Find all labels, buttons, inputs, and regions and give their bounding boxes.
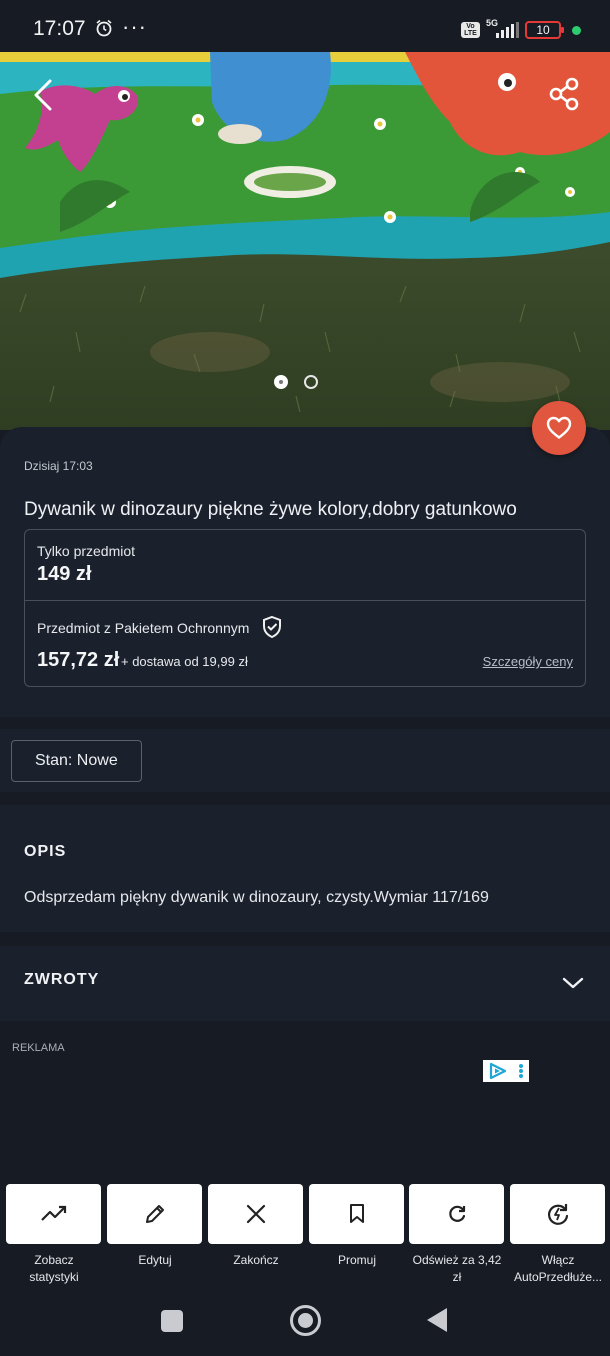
home-button[interactable] [290,1305,321,1336]
returns-heading: ZWROTY [24,971,100,988]
auto-renew-label-1: Włącz [541,1253,575,1267]
volte-icon: Vo LTE [461,22,480,38]
action-end[interactable]: Zakończ [208,1184,304,1269]
price-box: Tylko przedmiot 149 zł Przedmiot z Pakie… [24,529,586,687]
refresh-label-1: Odśwież za 3,42 [412,1253,502,1267]
action-statistics[interactable]: Zobacz statystyki [6,1184,102,1286]
trending-up-icon [40,1205,66,1221]
auto-renew-button[interactable] [510,1184,605,1244]
action-edit[interactable]: Edytuj [107,1184,203,1269]
carousel-dot-1[interactable] [274,375,288,389]
listing-photo[interactable] [0,52,610,430]
ad-play-icon [489,1062,507,1080]
description-section [0,805,610,932]
item-only-label: Tylko przedmiot [37,543,136,559]
edit-label: Edytuj [138,1253,172,1267]
price-details-link[interactable]: Szczegóły ceny [483,654,573,669]
buyer-protection-label: Przedmiot z Pakietem Ochronnym [37,620,250,636]
status-time: 17:07 [33,17,86,40]
action-promote[interactable]: Promuj [309,1184,405,1269]
price-divider [25,600,585,601]
auto-renew-icon [547,1204,568,1225]
shipping-price: + dostawa od 19,99 zł [121,654,248,669]
more-notifications-icon: ··· [122,14,147,39]
alarm-icon [96,19,112,37]
privacy-indicator-dot [572,26,581,35]
pencil-icon [145,1205,164,1223]
action-refresh[interactable]: Odśwież za 3,42 zł [409,1184,505,1286]
favorite-button[interactable] [532,401,586,455]
ad-menu-icon [519,1064,523,1078]
back-button[interactable] [28,78,58,112]
carousel-indicator [274,375,318,389]
end-listing-button[interactable] [208,1184,303,1244]
shield-check-icon[interactable] [261,615,283,639]
statistics-label-1: Zobacz [34,1253,74,1267]
recent-apps-button[interactable] [161,1310,183,1332]
statistics-label-2: statystyki [29,1270,79,1284]
description-text: Odsprzedam piękny dywanik w dinozaury, c… [24,889,489,906]
refresh-button[interactable] [409,1184,504,1244]
statistics-button[interactable] [6,1184,101,1244]
auto-renew-label-2: AutoPrzedłuże... [513,1270,603,1284]
promote-label: Promuj [337,1253,376,1267]
share-button[interactable] [546,76,582,112]
listing-date: Dzisiaj 17:03 [24,459,93,473]
heart-icon [546,416,572,439]
system-navigation-bar [0,1286,610,1356]
listing-title: Dywanik w dinozaury piękne żywe kolory,d… [24,499,517,520]
description-heading: OPIS [24,843,67,860]
item-only-price: 149 zł [37,563,92,585]
refresh-label-2: zł [452,1270,462,1284]
refresh-icon [448,1205,465,1222]
status-bar: 17:07 ··· Vo LTE 5G 10 [0,0,610,52]
system-back-button[interactable] [427,1308,447,1332]
owner-actions-bar: Zobacz statystyki Edytuj Zakończ Promuj [0,1180,610,1290]
chevron-down-icon[interactable] [562,976,584,990]
ad-label: REKLAMA [12,1042,65,1054]
carpet-on-grass-image [0,52,610,430]
protected-price: 157,72 zł [37,649,120,671]
edit-button[interactable] [107,1184,202,1244]
adchoices-icon[interactable] [483,1060,529,1082]
action-auto-renew[interactable]: Włącz AutoPrzedłuże... [510,1184,606,1286]
end-listing-label: Zakończ [233,1253,279,1267]
battery-icon: 10 [525,21,564,39]
promote-button[interactable] [309,1184,404,1244]
condition-chip[interactable]: Stan: Nowe [11,740,142,782]
signal-icon [496,22,519,38]
bookmark-icon [349,1204,364,1223]
close-icon [246,1204,265,1224]
carousel-dot-2[interactable] [304,375,318,389]
